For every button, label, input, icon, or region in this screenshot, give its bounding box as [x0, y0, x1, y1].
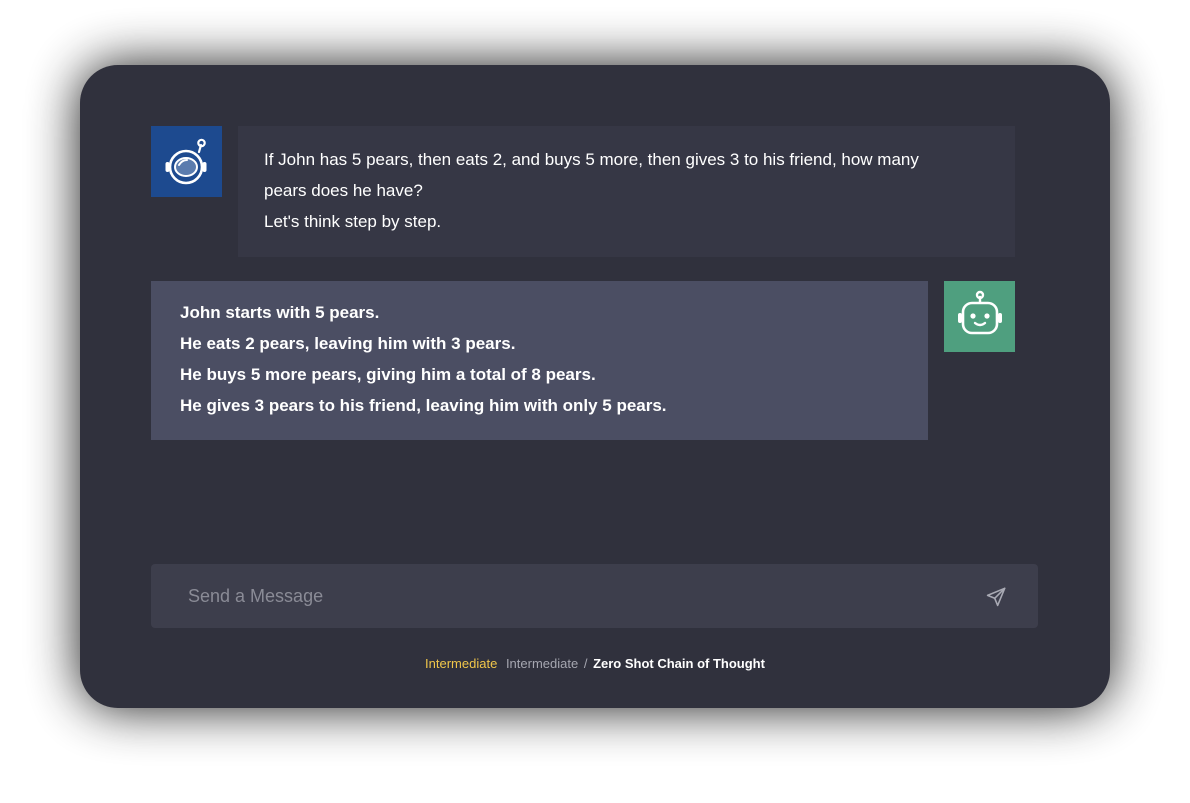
message-input[interactable]	[151, 564, 971, 628]
bot-message: John starts with 5 pears. He eats 2 pear…	[151, 281, 928, 440]
message-composer	[151, 564, 1038, 628]
breadcrumb: Intermediate Intermediate / Zero Shot Ch…	[80, 655, 1110, 673]
send-icon	[986, 587, 1006, 607]
user-message: If John has 5 pears, then eats 2, and bu…	[238, 126, 1015, 257]
send-button[interactable]	[983, 584, 1009, 610]
user-message-line: If John has 5 pears, then eats 2, and bu…	[264, 150, 919, 169]
bot-message-line: He eats 2 pears, leaving him with 3 pear…	[180, 334, 516, 353]
bot-message-line: John starts with 5 pears.	[180, 303, 380, 322]
bot-avatar	[944, 281, 1015, 352]
chat-window: If John has 5 pears, then eats 2, and bu…	[80, 65, 1110, 708]
breadcrumb-category[interactable]: Intermediate	[506, 656, 578, 671]
astronaut-helmet-icon	[165, 138, 206, 184]
user-message-line: Let's think step by step.	[264, 212, 442, 231]
breadcrumb-current-page: Zero Shot Chain of Thought	[593, 656, 765, 671]
user-message-line: pears does he have?	[264, 181, 423, 200]
breadcrumb-level[interactable]: Intermediate	[425, 656, 497, 671]
robot-icon	[957, 290, 1002, 334]
bot-message-line: He gives 3 pears to his friend, leaving …	[180, 396, 667, 415]
breadcrumb-separator: /	[583, 656, 588, 671]
user-avatar	[151, 126, 222, 197]
bot-message-line: He buys 5 more pears, giving him a total…	[180, 365, 596, 384]
